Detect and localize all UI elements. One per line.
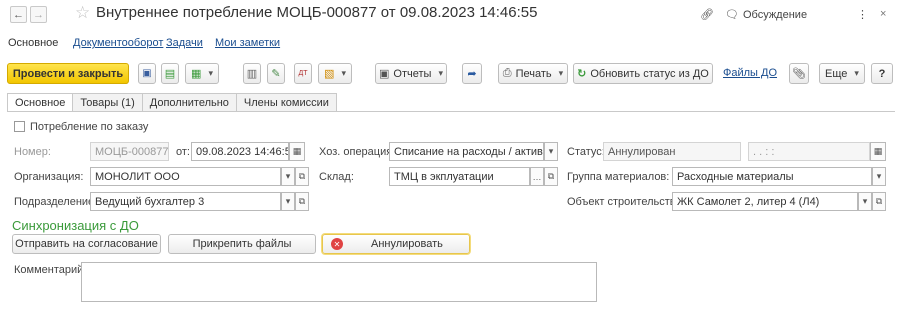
create-based-on-button[interactable]: ▦ — [185, 63, 219, 84]
material-group-dropdown-icon[interactable]: ▾ — [872, 167, 886, 186]
dt-kt-icon: ДТ — [298, 70, 308, 77]
create-based-icon: ▦ — [191, 68, 202, 80]
dt-kt-button[interactable]: ДТ — [294, 63, 312, 84]
reports-button[interactable]: ▣ Отчеты — [375, 63, 447, 84]
status-field: Аннулирован — [603, 142, 741, 161]
print-button[interactable]: ⎙ Печать — [498, 63, 568, 84]
edit-button[interactable]: ✎ — [267, 63, 285, 84]
tab-commission[interactable]: Члены комиссии — [235, 93, 337, 112]
refresh-status-button[interactable]: ↻ Обновить статус из ДО — [573, 63, 713, 84]
warehouse-select-icon[interactable]: … — [530, 167, 544, 186]
files-do-link[interactable]: Файлы ДО — [723, 67, 777, 79]
division-dropdown-icon[interactable]: ▾ — [281, 192, 295, 211]
section-docflow[interactable]: Документооборот — [73, 37, 163, 49]
post-button[interactable]: ▤ — [161, 63, 179, 84]
window-title: Внутреннее потребление МОЦБ-000877 от 09… — [96, 4, 538, 21]
reports-label: Отчеты — [393, 67, 432, 80]
help-button[interactable]: ? — [871, 63, 893, 84]
comment-field[interactable] — [81, 262, 597, 302]
section-tasks[interactable]: Задачи — [166, 37, 203, 49]
operation-dropdown-icon[interactable]: ▾ — [544, 142, 558, 161]
status-date-field: . . : : — [748, 142, 870, 161]
cancel-icon: ✕ — [331, 238, 343, 250]
operation-field[interactable]: Списание на расходы / активы — [389, 142, 544, 161]
comment-label: Комментарий: — [14, 264, 87, 276]
structure-icon: ▧ — [324, 68, 335, 80]
close-icon[interactable]: × — [880, 8, 886, 20]
go-to-button[interactable]: ➦ — [462, 63, 482, 84]
reports-icon: ▣ — [379, 68, 390, 80]
warehouse-label: Склад: — [319, 171, 354, 183]
pencil-icon: ✎ — [271, 68, 281, 80]
by-order-checkbox[interactable] — [14, 121, 25, 132]
org-open-icon[interactable]: ⧉ — [295, 167, 309, 186]
structure-button[interactable]: ▧ — [318, 63, 352, 84]
post-icon: ▤ — [164, 68, 176, 80]
attach-button[interactable]: 📎︎ — [789, 63, 809, 84]
tab-goods[interactable]: Товары (1) — [72, 93, 143, 112]
org-label: Организация: — [14, 171, 84, 183]
printer-icon: ⎙ — [502, 67, 512, 79]
cancel-label: Аннулировать — [371, 238, 443, 250]
discussion-button[interactable]: 🗨︎ Обсуждение — [725, 8, 808, 22]
construction-dropdown-icon[interactable]: ▾ — [858, 192, 872, 211]
division-label: Подразделение: — [14, 196, 98, 208]
construction-label: Объект строительства: — [567, 196, 685, 208]
more-menu-icon[interactable]: ⋮ — [857, 8, 868, 21]
status-calendar-icon[interactable]: ▦ — [870, 142, 886, 161]
back-button[interactable]: ← — [10, 6, 27, 23]
division-field[interactable]: Ведущий бухгалтер 3 — [90, 192, 281, 211]
tab-main[interactable]: Основное — [7, 93, 74, 112]
form-tabs: Основное Товары (1) Дополнительно Члены … — [7, 93, 337, 112]
material-group-field[interactable]: Расходные материалы — [672, 167, 872, 186]
post-and-close-button[interactable]: Провести и закрыть — [7, 63, 129, 84]
favorite-star-icon[interactable]: ☆ — [75, 3, 90, 23]
refresh-icon: ↻ — [577, 68, 587, 80]
number-label: Номер: — [14, 146, 51, 158]
warehouse-open-icon[interactable]: ⧉ — [544, 167, 558, 186]
status-label: Статус: — [567, 146, 605, 158]
section-main[interactable]: Основное — [8, 37, 58, 49]
paperclip-icon: 📎︎ — [792, 68, 806, 80]
attach-files-button[interactable]: Прикрепить файлы — [168, 234, 316, 254]
tab-additional[interactable]: Дополнительно — [141, 93, 237, 112]
calendar-icon[interactable]: ▦ — [289, 142, 305, 161]
save-icon: ▣ — [142, 68, 152, 79]
number-field: МОЦБ-000877 — [90, 142, 169, 161]
send-approval-button[interactable]: Отправить на согласование — [12, 234, 161, 254]
sync-heading: Синхронизация с ДО — [12, 218, 139, 233]
construction-field[interactable]: ЖК Самолет 2, литер 4 (Л4) — [672, 192, 858, 211]
link-icon[interactable]: 🔗︎ — [700, 8, 714, 21]
journal-icon: ▥ — [246, 68, 258, 80]
date-field[interactable]: 09.08.2023 14:46:55 — [191, 142, 289, 161]
save-button[interactable]: ▣ — [138, 63, 156, 84]
operation-label: Хоз. операция: — [319, 146, 396, 158]
material-group-label: Группа материалов: — [567, 171, 670, 183]
arrow-icon: ➦ — [467, 68, 477, 80]
construction-open-icon[interactable]: ⧉ — [872, 192, 886, 211]
warehouse-field[interactable]: ТМЦ в экплуатации — [389, 167, 530, 186]
tab-divider — [7, 111, 895, 112]
date-label: от: — [176, 146, 190, 158]
print-label: Печать — [515, 67, 552, 80]
forward-button[interactable]: → — [30, 6, 47, 23]
document-journal-button[interactable]: ▥ — [243, 63, 261, 84]
discussion-label: Обсуждение — [742, 8, 808, 21]
org-dropdown-icon[interactable]: ▾ — [281, 167, 295, 186]
section-notes[interactable]: Мои заметки — [215, 37, 280, 49]
more-button[interactable]: Еще — [819, 63, 865, 84]
by-order-label: Потребление по заказу — [30, 121, 149, 133]
division-open-icon[interactable]: ⧉ — [295, 192, 309, 211]
cancel-document-button[interactable]: ✕ Аннулировать — [322, 234, 470, 254]
refresh-status-label: Обновить статус из ДО — [590, 67, 709, 80]
chat-icon: 🗨︎ — [725, 9, 739, 21]
org-field[interactable]: МОНОЛИТ ООО — [90, 167, 281, 186]
